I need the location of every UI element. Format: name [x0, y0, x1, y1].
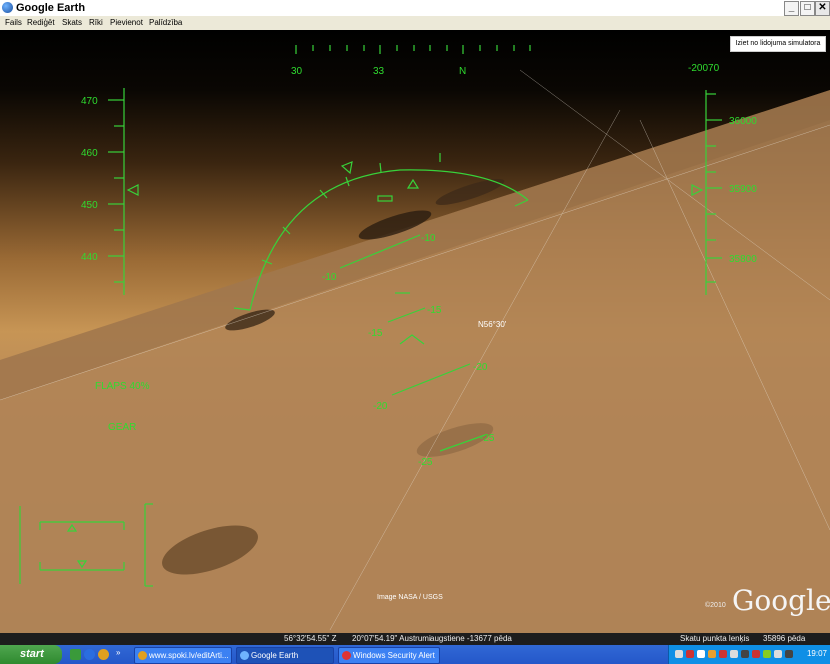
- heading-label-n: N: [459, 66, 466, 77]
- pitch-label: -15: [368, 328, 383, 339]
- tray-icon[interactable]: [763, 650, 771, 658]
- tray-icon[interactable]: [785, 650, 793, 658]
- speed-label: 460: [81, 148, 98, 159]
- pitch-label: -25: [418, 457, 433, 468]
- window-title: Google Earth: [16, 2, 86, 14]
- elevation-readout: augstiene -13677 pēda: [430, 634, 512, 643]
- tray-icon[interactable]: [686, 650, 694, 658]
- taskbar: start » www.spoki.lv/editArti... Google …: [0, 645, 830, 664]
- flaps-indicator: FLAPS 40%: [95, 381, 150, 392]
- heading-tape: [295, 45, 531, 54]
- menu-help[interactable]: Palīdzība: [149, 18, 182, 27]
- vertical-speed-readout: -20070: [688, 63, 720, 74]
- pitch-label: -15: [427, 305, 442, 316]
- tray-icon[interactable]: [697, 650, 705, 658]
- clock: 19:07: [806, 649, 827, 658]
- title-bar: Google Earth _ □ ✕: [0, 0, 830, 16]
- system-tray: 19:07: [668, 645, 830, 664]
- altitude-label: 36000: [729, 116, 757, 127]
- earth-view[interactable]: 30 33 N 470 460 450 440 36000 35900 3580…: [0, 30, 830, 633]
- shield-icon: [342, 651, 351, 660]
- task-security-alert[interactable]: Windows Security Alert: [338, 647, 440, 664]
- task-google-earth[interactable]: Google Earth: [236, 647, 334, 664]
- heading-label-33: 33: [373, 66, 385, 77]
- ie-icon[interactable]: [84, 649, 95, 660]
- speed-tape: [108, 88, 139, 295]
- speed-label: 470: [81, 96, 98, 107]
- tray-icon[interactable]: [741, 650, 749, 658]
- exit-simulator-button[interactable]: Iziet no lidojuma simulatora: [730, 36, 826, 52]
- image-credit: Image NASA / USGS: [377, 594, 443, 601]
- latitude-readout: 56°32'54.55" Z: [284, 634, 337, 643]
- speed-label: 450: [81, 200, 98, 211]
- latitude-grid-label: N56°30': [478, 320, 507, 329]
- altitude-label: 35900: [729, 184, 757, 195]
- menu-view[interactable]: Skats: [62, 18, 82, 27]
- heading-label-30: 30: [291, 66, 303, 77]
- pitch-label: -10: [421, 233, 436, 244]
- menu-file[interactable]: Fails: [5, 18, 22, 27]
- start-button[interactable]: start: [0, 645, 62, 664]
- pitch-label: -25: [480, 433, 495, 444]
- tray-icon[interactable]: [708, 650, 716, 658]
- google-earth-icon: [2, 2, 13, 13]
- pitch-label: -10: [322, 272, 337, 283]
- eye-altitude-label: Skatu punkta lenķis: [680, 634, 750, 643]
- task-browser[interactable]: www.spoki.lv/editArti...: [134, 647, 232, 664]
- menu-bar: Fails Rediģēt Skats Rīki Pievienot Palīd…: [0, 16, 830, 30]
- tray-icon[interactable]: [675, 650, 683, 658]
- tray-icon[interactable]: [752, 650, 760, 658]
- google-earth-icon: [240, 651, 249, 660]
- minimize-button[interactable]: _: [784, 1, 799, 16]
- google-logo: Google: [732, 584, 830, 617]
- tray-icon[interactable]: [719, 650, 727, 658]
- firefox-icon: [138, 651, 147, 660]
- pitch-label: -20: [473, 362, 488, 373]
- eye-altitude-readout: 35896 pēda: [763, 634, 806, 643]
- longitude-readout: 20°07'54.19" Austrumi: [352, 634, 431, 643]
- terrain-hud-overlay: 30 33 N 470 460 450 440 36000 35900 3580…: [0, 45, 830, 633]
- pitch-label: -20: [373, 401, 388, 412]
- close-button[interactable]: ✕: [815, 1, 830, 16]
- firefox-icon[interactable]: [98, 649, 109, 660]
- menu-tools[interactable]: Rīki: [89, 18, 103, 27]
- status-bar: 56°32'54.55" Z 20°07'54.19" Austrumi aug…: [0, 633, 830, 645]
- tray-icon[interactable]: [730, 650, 738, 658]
- menu-add[interactable]: Pievienot: [110, 18, 143, 27]
- tray-icon[interactable]: [774, 650, 782, 658]
- copyright-text: ©2010: [705, 602, 726, 609]
- menu-edit[interactable]: Rediģēt: [27, 18, 55, 27]
- gear-indicator: GEAR: [108, 422, 136, 433]
- overflow-chevron-icon[interactable]: »: [116, 648, 120, 657]
- maximize-button[interactable]: □: [800, 1, 815, 16]
- altitude-label: 35800: [729, 254, 757, 265]
- quicklaunch-app-icon[interactable]: [70, 649, 81, 660]
- speed-label: 440: [81, 252, 98, 263]
